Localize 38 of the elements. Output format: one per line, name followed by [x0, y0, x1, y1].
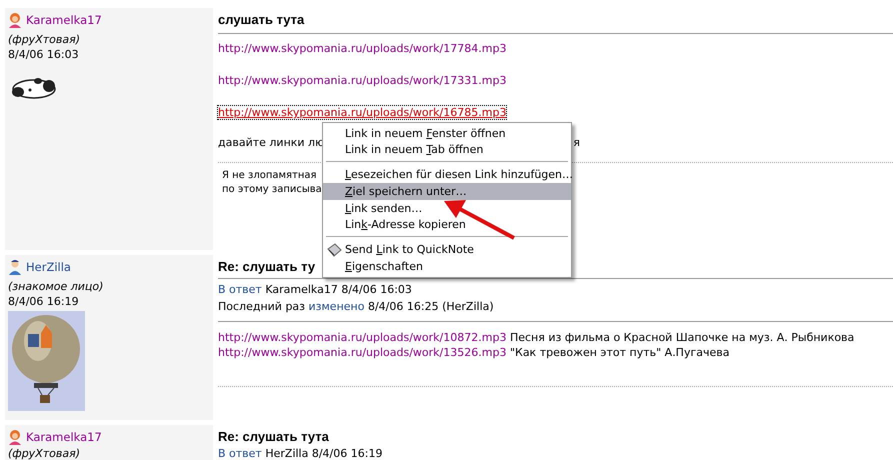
menu-item[interactable]: Lesezeichen für diesen Link hinzufügen…	[323, 166, 571, 183]
file-link[interactable]: http://www.skypomania.ru/uploads/work/16785.mp3	[218, 106, 506, 119]
file-link[interactable]: http://www.skypomania.ru/uploads/work/17331.mp3	[218, 74, 506, 87]
post-text: я	[573, 136, 580, 150]
menu-item[interactable]: Link in neuem Fenster öffnen	[323, 125, 571, 142]
meta-link[interactable]: В ответ	[218, 283, 262, 296]
post-title: Re: слушать тута	[218, 429, 329, 445]
meta-link[interactable]: изменено	[308, 300, 364, 313]
girl-icon	[8, 429, 22, 445]
user-rank: (фруХтовая)	[8, 447, 81, 460]
post-date: 8/4/06 16:19	[8, 294, 80, 309]
meta-link[interactable]: В ответ	[218, 447, 262, 460]
signature-text: по этому записыва	[222, 183, 322, 197]
post-title: слушать тута	[218, 12, 304, 28]
meta-text: Последний раз	[218, 300, 306, 313]
post-date: 8/4/06 16:03	[8, 47, 80, 62]
file-link[interactable]: http://www.skypomania.ru/uploads/work/10872.mp3	[218, 331, 506, 344]
meta-text: 8/4/06 16:25 (HerZilla)	[366, 300, 494, 313]
author-link[interactable]: Karamelka17	[26, 430, 102, 444]
post-title: Re: слушать ту	[218, 259, 316, 275]
girl-icon	[8, 12, 22, 28]
signature-text: Я не злопамятная	[222, 169, 317, 183]
note-icon	[327, 242, 342, 256]
menu-item[interactable]: Ziel speichern unter…	[323, 183, 571, 200]
song-caption: Песня из фильма о Красной Шапочке на муз. А. Рыбникова	[508, 331, 854, 344]
user-rank: (фруХтовая)	[8, 32, 81, 47]
menu-item[interactable]: Link senden…	[323, 200, 571, 217]
file-link[interactable]: http://www.skypomania.ru/uploads/work/13526.mp3	[218, 346, 506, 359]
file-link[interactable]: http://www.skypomania.ru/uploads/work/17784.mp3	[218, 42, 506, 55]
song-caption: "Как тревожен этот путь" А.Пугачева	[508, 346, 730, 359]
menu-item[interactable]: Eigenschaften	[323, 258, 571, 275]
meta-text: HerZilla 8/4/06 16:19	[264, 447, 382, 460]
author-link[interactable]: HerZilla	[26, 260, 71, 274]
menu-item[interactable]: Send Link to QuickNote	[323, 241, 571, 258]
user-rank: (знакомое лицо)	[8, 279, 104, 294]
user-icon	[8, 259, 22, 275]
author-link[interactable]: Karamelka17	[26, 13, 102, 27]
meta-text: Karamelka17 8/4/06 16:03	[264, 283, 412, 296]
